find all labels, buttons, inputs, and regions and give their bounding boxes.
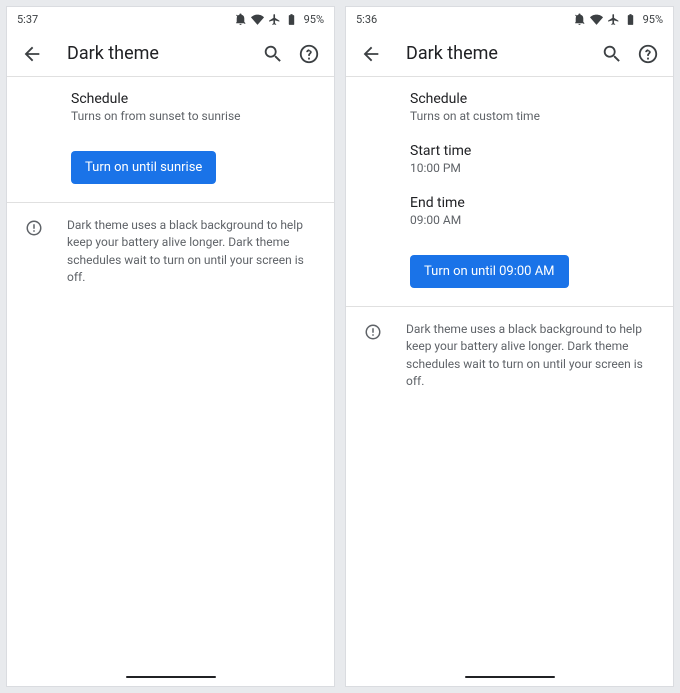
info-icon bbox=[362, 321, 382, 345]
battery-text: 95% bbox=[643, 13, 663, 26]
notifications-off-icon bbox=[234, 13, 247, 26]
phone-screen-right: 5:36 95% Dark theme Schedule Turns on at… bbox=[345, 6, 674, 687]
nav-handle[interactable] bbox=[465, 676, 555, 678]
info-block: Dark theme uses a black background to he… bbox=[7, 203, 334, 301]
start-time-value: 10:00 PM bbox=[410, 161, 657, 175]
statusbar: 5:37 95% bbox=[7, 7, 334, 31]
back-icon[interactable] bbox=[360, 43, 382, 65]
wifi-icon bbox=[590, 13, 603, 26]
status-icons: 95% bbox=[573, 13, 663, 26]
battery-icon bbox=[285, 13, 298, 26]
nav-handle[interactable] bbox=[126, 676, 216, 678]
appbar: Dark theme bbox=[7, 31, 334, 77]
end-time-title: End time bbox=[410, 195, 657, 211]
status-icons: 95% bbox=[234, 13, 324, 26]
end-time-value: 09:00 AM bbox=[410, 213, 657, 227]
info-block: Dark theme uses a black background to he… bbox=[346, 307, 673, 405]
turn-on-button[interactable]: Turn on until sunrise bbox=[71, 151, 216, 184]
search-icon[interactable] bbox=[601, 43, 623, 65]
schedule-title: Schedule bbox=[410, 91, 657, 107]
end-time-row[interactable]: End time 09:00 AM bbox=[346, 189, 673, 241]
schedule-subtitle: Turns on from sunset to sunrise bbox=[71, 109, 318, 123]
info-text: Dark theme uses a black background to he… bbox=[406, 321, 657, 391]
airplane-icon bbox=[268, 13, 281, 26]
airplane-icon bbox=[607, 13, 620, 26]
info-icon bbox=[23, 217, 43, 241]
turn-on-button[interactable]: Turn on until 09:00 AM bbox=[410, 255, 569, 288]
status-time: 5:37 bbox=[17, 13, 38, 26]
start-time-row[interactable]: Start time 10:00 PM bbox=[346, 137, 673, 189]
status-time: 5:36 bbox=[356, 13, 377, 26]
page-title: Dark theme bbox=[67, 43, 248, 64]
help-icon[interactable] bbox=[298, 43, 320, 65]
page-title: Dark theme bbox=[406, 43, 587, 64]
schedule-row[interactable]: Schedule Turns on from sunset to sunrise bbox=[7, 77, 334, 137]
info-text: Dark theme uses a black background to he… bbox=[67, 217, 318, 287]
statusbar: 5:36 95% bbox=[346, 7, 673, 31]
battery-text: 95% bbox=[304, 13, 324, 26]
schedule-subtitle: Turns on at custom time bbox=[410, 109, 657, 123]
battery-icon bbox=[624, 13, 637, 26]
help-icon[interactable] bbox=[637, 43, 659, 65]
start-time-title: Start time bbox=[410, 143, 657, 159]
schedule-row[interactable]: Schedule Turns on at custom time bbox=[346, 77, 673, 137]
appbar: Dark theme bbox=[346, 31, 673, 77]
schedule-title: Schedule bbox=[71, 91, 318, 107]
wifi-icon bbox=[251, 13, 264, 26]
search-icon[interactable] bbox=[262, 43, 284, 65]
phone-screen-left: 5:37 95% Dark theme Schedule Turns on fr… bbox=[6, 6, 335, 687]
notifications-off-icon bbox=[573, 13, 586, 26]
back-icon[interactable] bbox=[21, 43, 43, 65]
